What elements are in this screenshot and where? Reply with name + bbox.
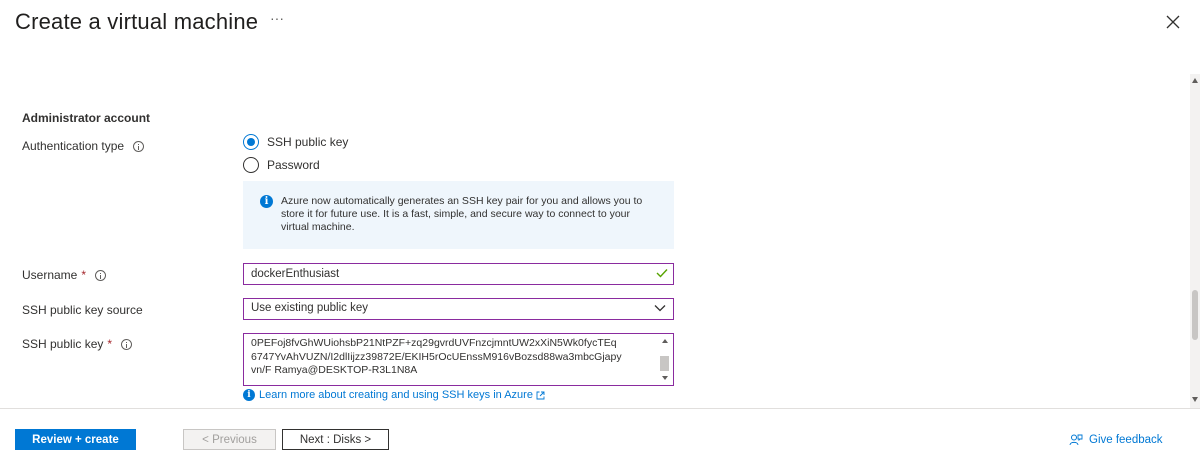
- next-disks-button[interactable]: Next : Disks >: [282, 429, 389, 450]
- radio-label: Password: [267, 158, 320, 172]
- public-key-label-text: SSH public key: [22, 337, 104, 351]
- key-source-label-text: SSH public key source: [22, 303, 143, 317]
- textarea-scroll-thumb[interactable]: [660, 356, 669, 371]
- required-mark: *: [107, 337, 113, 351]
- close-icon[interactable]: [1163, 12, 1183, 32]
- info-icon[interactable]: [121, 338, 133, 350]
- scroll-down-icon[interactable]: [1192, 397, 1198, 402]
- info-icon[interactable]: [95, 269, 107, 281]
- more-options-button[interactable]: ···: [270, 10, 284, 26]
- radio-button[interactable]: [243, 157, 259, 173]
- radio-label: SSH public key: [267, 135, 349, 149]
- scroll-up-icon[interactable]: [1192, 78, 1198, 83]
- feedback-icon: [1069, 434, 1083, 446]
- radio-password[interactable]: Password: [243, 157, 320, 173]
- auth-type-label-text: Authentication type: [22, 139, 125, 153]
- feedback-label: Give feedback: [1089, 434, 1163, 446]
- page-scrollbar[interactable]: [1190, 74, 1200, 408]
- public-key-label: SSH public key *: [22, 337, 133, 351]
- learn-more-ssh-link[interactable]: i Learn more about creating and using SS…: [243, 389, 545, 401]
- public-key-textarea[interactable]: 0PEFoj8fvGhWUiohsbP21NtPZF+zq29gvrdUVFnz…: [243, 333, 674, 386]
- blade-header: Create a virtual machine ···: [0, 0, 1200, 50]
- textarea-scroll-down-icon[interactable]: [662, 376, 668, 380]
- info-filled-icon: i: [260, 195, 273, 208]
- external-link-icon: [536, 391, 545, 399]
- previous-button[interactable]: < Previous: [183, 429, 276, 450]
- give-feedback-link[interactable]: Give feedback: [1069, 433, 1163, 447]
- radio-ssh-public-key[interactable]: SSH public key: [243, 134, 348, 150]
- chevron-down-icon[interactable]: [654, 303, 666, 313]
- required-mark: *: [81, 268, 87, 282]
- info-filled-icon: i: [243, 389, 255, 401]
- review-create-button[interactable]: Review + create: [15, 429, 136, 450]
- ssh-info-text: Azure now automatically generates an SSH…: [281, 195, 643, 233]
- ssh-info-box: i Azure now automatically generates an S…: [243, 181, 674, 249]
- key-source-select[interactable]: Use existing public key: [243, 298, 674, 320]
- scrollbar-thumb[interactable]: [1192, 290, 1198, 340]
- learn-more-text: Learn more about creating and using SSH …: [259, 389, 533, 401]
- check-icon: [656, 269, 668, 278]
- username-label: Username *: [22, 268, 107, 282]
- auth-type-label: Authentication type: [22, 139, 145, 153]
- key-source-label: SSH public key source: [22, 303, 143, 317]
- footer-divider: [0, 408, 1200, 409]
- username-label-text: Username: [22, 268, 78, 282]
- section-heading: Administrator account: [22, 111, 151, 125]
- textarea-scroll-up-icon[interactable]: [662, 339, 668, 343]
- username-input[interactable]: [243, 263, 674, 285]
- radio-button-selected[interactable]: [243, 134, 259, 150]
- info-icon[interactable]: [133, 140, 145, 152]
- page-title: Create a virtual machine: [15, 9, 259, 34]
